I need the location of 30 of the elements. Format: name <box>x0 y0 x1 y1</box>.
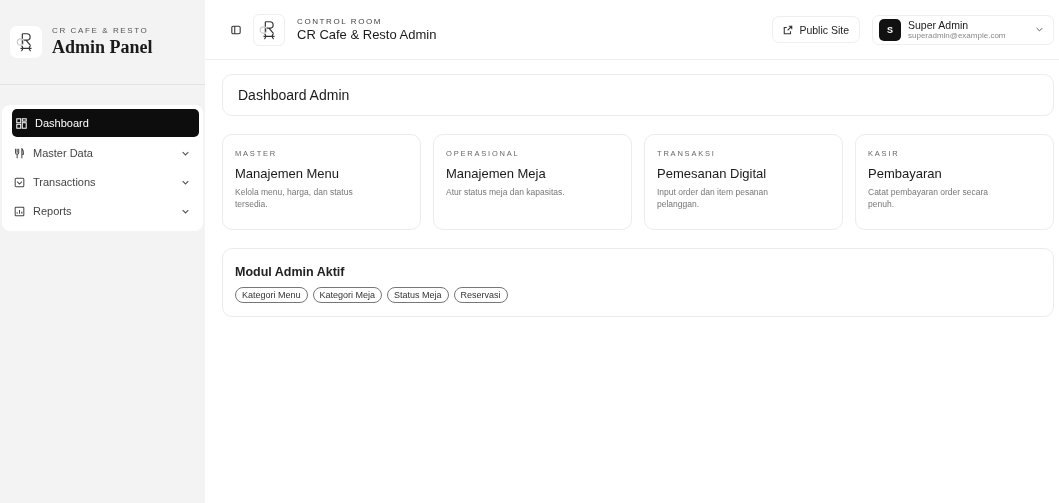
sidebar-toggle-icon[interactable] <box>231 24 241 35</box>
card-description: Atur status meja dan kapasitas. <box>446 186 566 199</box>
nav-item[interactable]: Transactions <box>10 168 195 196</box>
user-name: Super Admin <box>908 19 970 31</box>
card-description: Kelola menu, harga, dan status tersedia. <box>235 186 354 211</box>
app-kicker: CONTROL ROOM <box>297 17 384 26</box>
card-title: Manajemen Meja <box>446 166 547 181</box>
grid-icon <box>16 117 27 129</box>
card-title: Manajemen Menu <box>235 166 341 181</box>
card-description: Input order dan item pesanan pelanggan. <box>657 186 770 211</box>
page-title: Dashboard Admin <box>222 74 1054 116</box>
card-title: Pembayaran <box>868 166 943 181</box>
chart-icon <box>14 205 25 217</box>
modules-title: Modul Admin Aktif <box>235 265 346 279</box>
nav-item[interactable]: Master Data <box>10 139 195 167</box>
receipt-icon <box>14 176 25 188</box>
nav-item[interactable]: Reports <box>10 197 195 225</box>
user-email: superadmin@example.com <box>908 31 1007 40</box>
card-description: Catat pembayaran order secara penuh. <box>868 186 989 211</box>
external-link-icon <box>783 24 794 35</box>
user-menu[interactable]: S Super Admin superadmin@example.com <box>872 14 1054 45</box>
chevron-down-icon <box>1036 27 1043 32</box>
avatar: S <box>879 18 901 41</box>
public-site-button[interactable]: Public Site <box>772 16 860 43</box>
app-title: CR Cafe & Resto Admin <box>297 27 437 42</box>
brand-kicker: CR CAFE & RESTO <box>52 26 150 35</box>
nav-item[interactable]: Dashboard <box>12 109 199 137</box>
card-title: Pemesanan Digital <box>657 166 768 181</box>
brand-title: Admin Panel <box>52 37 153 58</box>
utensils-icon <box>14 147 25 159</box>
